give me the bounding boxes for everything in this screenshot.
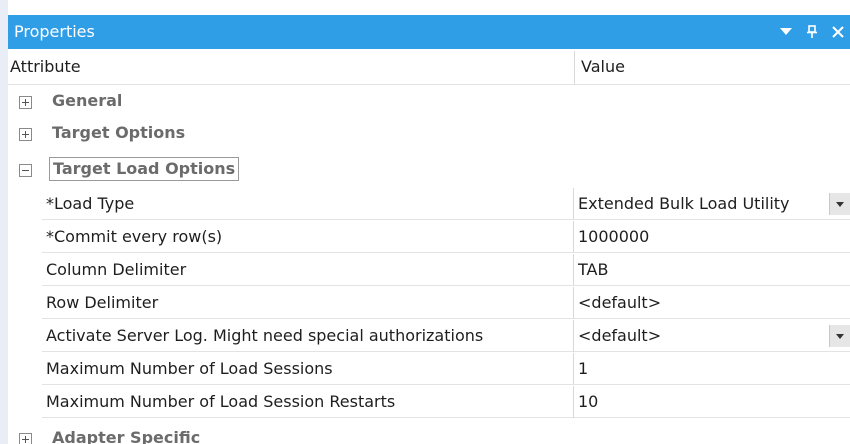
group-target-load-options[interactable]: Target Load Options (8, 154, 850, 186)
column-separator[interactable] (574, 51, 575, 84)
attribute-label: Row Delimiter (46, 293, 159, 312)
value-text: TAB (578, 260, 609, 279)
value-cell[interactable]: TAB (574, 254, 850, 286)
value-cell[interactable]: <default> (574, 320, 850, 352)
value-text: 1000000 (578, 227, 650, 246)
group-label: General (52, 91, 123, 110)
group-label: Adapter Specific (52, 428, 201, 444)
value-text: 10 (578, 392, 599, 411)
property-row-column-delimiter[interactable]: Column Delimiter TAB (8, 254, 850, 286)
property-row-max-load-sessions[interactable]: Maximum Number of Load Sessions 1 (8, 353, 850, 385)
value-text: <default> (578, 326, 662, 345)
panel-left-edge (0, 0, 8, 444)
panel-title: Properties (14, 22, 95, 41)
attribute-label: Maximum Number of Load Session Restarts (46, 392, 396, 411)
panel-title-bar[interactable]: Properties (8, 15, 850, 49)
attribute-cell[interactable]: *Load Type (42, 188, 574, 220)
value-cell[interactable]: 1 (574, 353, 850, 385)
group-general[interactable]: General (8, 86, 850, 118)
attribute-cell[interactable]: Maximum Number of Load Sessions (42, 353, 574, 385)
attribute-label: Column Delimiter (46, 260, 187, 279)
value-cell[interactable]: Extended Bulk Load Utility (574, 188, 850, 220)
value-text: 1 (578, 359, 589, 378)
group-target-options[interactable]: Target Options (8, 118, 850, 150)
dropdown-arrow-icon[interactable] (774, 20, 798, 44)
attribute-cell[interactable]: *Commit every row(s) (42, 221, 574, 253)
group-label: Target Options (52, 123, 186, 142)
property-row-commit-every-rows[interactable]: *Commit every row(s) 1000000 (8, 221, 850, 253)
value-column-header[interactable]: Value (581, 57, 625, 76)
grid-header: Attribute Value (8, 51, 850, 85)
attribute-label: *Commit every row(s) (46, 227, 223, 246)
value-text: Extended Bulk Load Utility (578, 194, 790, 213)
chevron-down-icon[interactable] (829, 193, 850, 215)
property-row-max-load-session-restarts[interactable]: Maximum Number of Load Session Restarts … (8, 386, 850, 418)
value-cell[interactable]: 1000000 (574, 221, 850, 253)
pin-icon[interactable] (800, 20, 824, 44)
value-cell[interactable]: 10 (574, 386, 850, 418)
value-cell[interactable]: <default> (574, 287, 850, 319)
attribute-label: Maximum Number of Load Sessions (46, 359, 333, 378)
attribute-cell[interactable]: Maximum Number of Load Session Restarts (42, 386, 574, 418)
attribute-cell[interactable]: Row Delimiter (42, 287, 574, 319)
attribute-cell[interactable]: Column Delimiter (42, 254, 574, 286)
value-text: <default> (578, 293, 662, 312)
properties-panel: Properties Attribute Value General Targe… (0, 0, 850, 444)
expand-icon[interactable] (19, 128, 32, 141)
group-label: Target Load Options (49, 157, 240, 181)
collapse-icon[interactable] (19, 164, 32, 177)
title-bar-icons (772, 15, 850, 49)
property-row-row-delimiter[interactable]: Row Delimiter <default> (8, 287, 850, 319)
group-adapter-specific[interactable]: Adapter Specific (8, 423, 850, 444)
property-row-activate-server-log[interactable]: Activate Server Log. Might need special … (8, 320, 850, 352)
attribute-label: *Load Type (46, 194, 135, 213)
attribute-column-header[interactable]: Attribute (10, 57, 81, 76)
attribute-cell[interactable]: Activate Server Log. Might need special … (42, 320, 574, 352)
expand-icon[interactable] (19, 96, 32, 109)
expand-icon[interactable] (19, 433, 32, 444)
attribute-label: Activate Server Log. Might need special … (46, 326, 484, 345)
close-icon[interactable] (826, 20, 850, 44)
chevron-down-icon[interactable] (829, 325, 850, 347)
property-row-load-type[interactable]: *Load Type Extended Bulk Load Utility (8, 188, 850, 220)
